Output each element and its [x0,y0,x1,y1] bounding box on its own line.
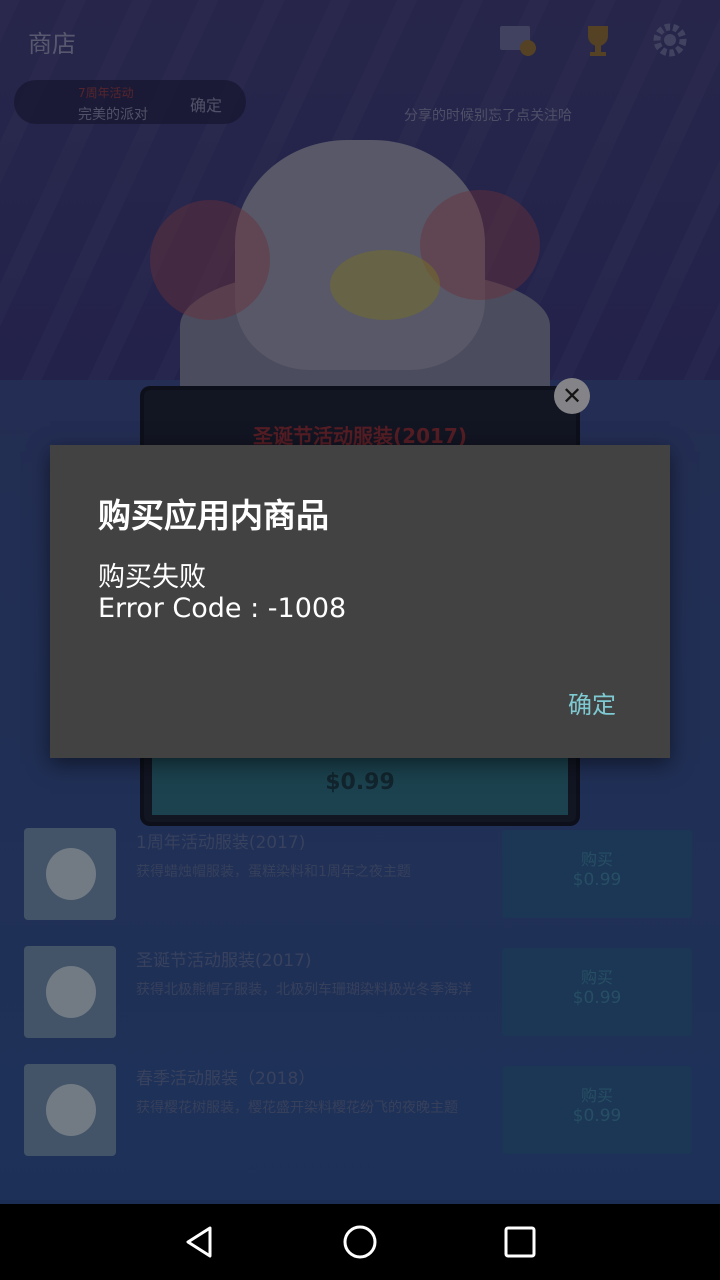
dialog-title: 购买应用内商品 [98,496,329,535]
navigation-bar [0,1204,720,1280]
recent-apps-icon[interactable] [500,1222,540,1262]
dialog-error-code: Error Code : -1008 [98,593,347,624]
purchase-error-dialog: 购买应用内商品 购买失败 Error Code : -1008 确定 [50,445,670,758]
home-icon[interactable] [340,1222,380,1262]
dialog-message: 购买失败 [98,562,206,593]
ok-button[interactable]: 确定 [558,681,626,724]
back-icon[interactable] [180,1222,220,1262]
